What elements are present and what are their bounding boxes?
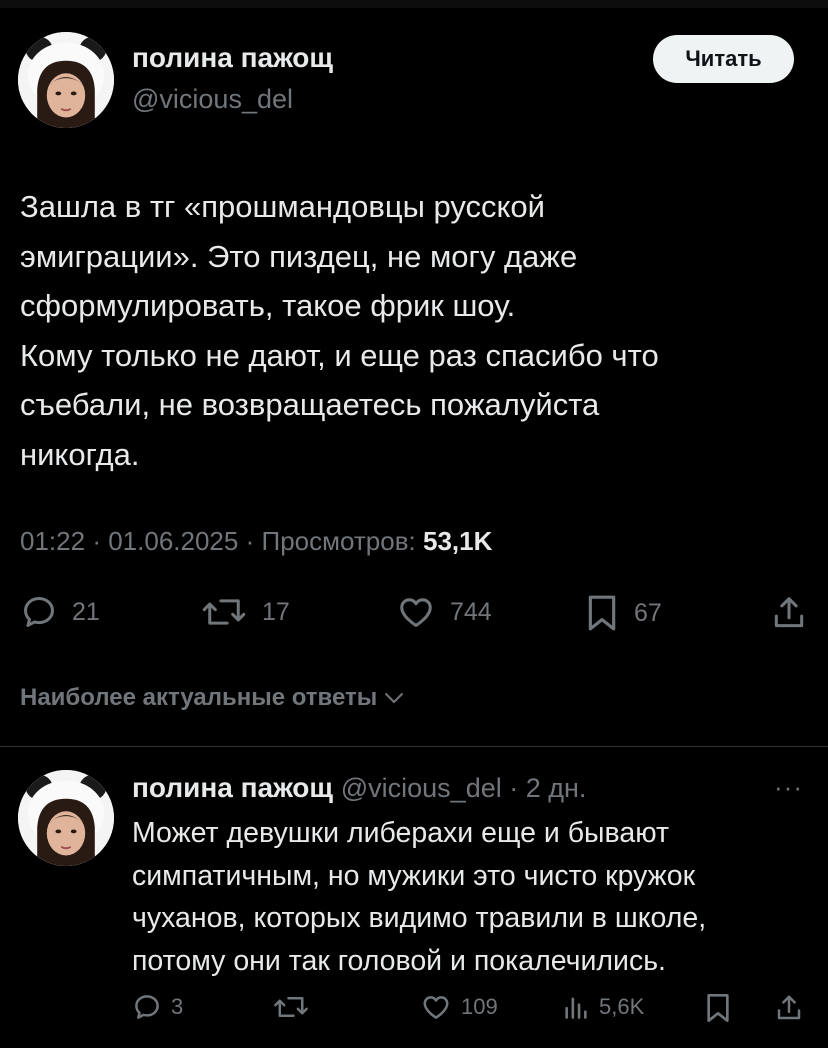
reply-reply-count: 3 [171,994,184,1019]
tweet-time[interactable]: 01:22 [20,526,85,556]
chevron-down-icon [385,693,404,703]
meta-separator: · [245,526,255,556]
reply-text-line: чуханов, которых видимо травили в школе, [132,902,707,934]
reply-icon [135,995,159,1019]
views-icon [565,997,587,1019]
top-edge [0,0,828,8]
reply-author-handle[interactable]: @vicious_del [341,773,502,803]
reply-author-name[interactable]: полина пажощ [132,772,333,803]
reply-repost-button[interactable] [272,992,310,1022]
follow-button[interactable]: Читать [653,35,794,83]
avatar[interactable] [18,32,114,128]
author-name[interactable]: полина пажощ [132,42,333,74]
reply-views-count: 5,6K [599,994,645,1019]
tweet-text-line: Кому только не дают, и еще раз спасибо ч… [20,337,659,373]
author-handle[interactable]: @vicious_del [132,84,293,115]
views-label: Просмотров: [261,526,416,556]
repost-count: 17 [262,597,290,626]
tweet-text-line: эмиграции». Это пиздец, не могу даже [20,238,578,274]
reply-count: 21 [72,597,100,626]
reply-reply-button[interactable]: 3 [132,992,183,1022]
tweet-text-line: никогда. [20,436,140,472]
reply-like-button[interactable]: 109 [420,992,498,1022]
meta-separator: · [501,773,526,803]
reply-text-line: Может девушки либерахи еще и бывают [132,817,670,849]
replies-sort-dropdown[interactable]: Наиболее актуальные ответы [20,684,405,712]
tweet-meta: 01:22 · 01.06.2025 · Просмотров: 53,1K [20,526,492,557]
tweet-text-line: съебали, не возвращаетесь пожалуйста [20,387,600,422]
views-count[interactable]: 53,1K [423,526,492,556]
reply-time[interactable]: 2 дн. [526,773,587,803]
bookmark-count: 67 [634,598,662,627]
share-button[interactable] [770,593,808,633]
repost-button[interactable]: 17 [200,593,290,631]
avatar-image [18,770,114,866]
bookmark-button[interactable]: 67 [584,593,662,633]
reply-like-count: 109 [461,994,498,1019]
reply-text: Может девушки либерахи еще и бывают симп… [132,812,812,982]
reply-icon [24,597,54,627]
reply-avatar[interactable] [18,770,114,866]
repost-icon [202,599,246,625]
bookmark-icon [707,994,729,1022]
reply-button[interactable]: 21 [20,593,100,631]
tweet-text-line: сформулировать, такое фрик шоу. [20,288,516,323]
replies-sort-label: Наиболее актуальные ответы [20,684,378,711]
share-icon [774,597,804,628]
like-icon [400,598,432,627]
tweet-text: Зашла в тг «прошмандовцы русской эмиграц… [20,182,810,479]
more-options-button[interactable]: ··· [774,772,803,803]
like-count: 744 [450,597,492,626]
reply-header: полина пажощ @vicious_del · 2 дн. [132,772,586,804]
tweet-text-line: Зашла в тг «прошмандовцы русской [20,189,545,224]
avatar-image [18,32,114,128]
reply-share-button[interactable] [774,992,804,1024]
reply-views-button[interactable]: 5,6K [562,992,644,1022]
meta-separator: · [92,526,101,556]
share-icon [777,995,801,1020]
like-button[interactable]: 744 [396,593,492,631]
reply-text-line: симпатичным, но мужики это чисто кружок [132,859,696,892]
tweet-date[interactable]: 01.06.2025 [108,526,238,556]
reply-bookmark-button[interactable] [704,992,732,1024]
repost-icon [274,997,308,1017]
reply-text-line: потому они так головой и покалечились. [132,944,666,977]
divider [0,746,828,747]
like-icon [423,996,449,1019]
bookmark-icon [588,595,616,631]
